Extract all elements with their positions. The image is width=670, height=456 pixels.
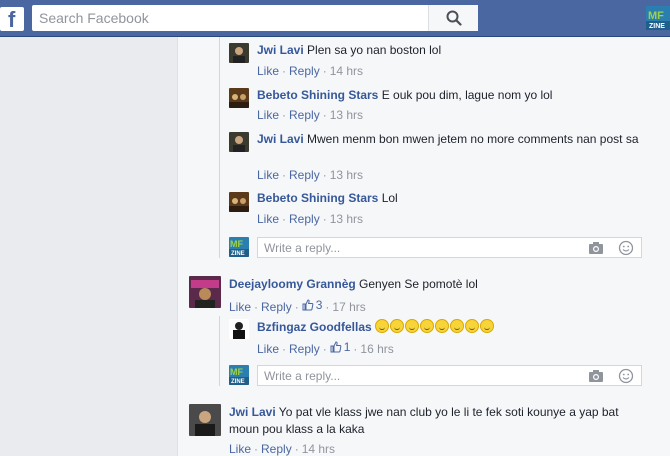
- comment-text: Bzfingaz Goodfellas: [257, 319, 495, 336]
- comment-author[interactable]: Bebeto Shining Stars: [257, 88, 378, 102]
- comment-actions: Like · Reply · 1 · 16 hrs: [257, 339, 394, 356]
- laughing-emoji-icon: [390, 319, 405, 333]
- comment-actions: Like · Reply · 13 hrs: [257, 108, 364, 122]
- reply-avatar: MF ZINE: [229, 365, 249, 385]
- like-link[interactable]: Like: [229, 300, 251, 314]
- comment-author[interactable]: Jwi Lavi: [257, 43, 304, 57]
- laughing-emoji-icon: [375, 319, 390, 333]
- mf-avatar-icon[interactable]: MF ZINE: [646, 6, 670, 30]
- emoji-icon[interactable]: [618, 240, 634, 256]
- laughing-emoji-icon: [405, 319, 420, 333]
- comment-body: Plen sa yo nan boston lol: [303, 43, 442, 57]
- reply-link[interactable]: Reply: [289, 108, 320, 122]
- thread-line: [219, 316, 220, 386]
- emoji-icon[interactable]: [618, 368, 634, 384]
- comment-author[interactable]: Bebeto Shining Stars: [257, 191, 378, 205]
- emoji-row: [375, 319, 495, 334]
- comment-actions: Like · Reply · 14 hrs: [229, 442, 336, 456]
- avatar[interactable]: [229, 43, 249, 63]
- comment-author[interactable]: Deejayloomy Grannèg: [229, 277, 356, 291]
- svg-text:ZINE: ZINE: [231, 379, 245, 385]
- timestamp[interactable]: 16 hrs: [360, 342, 393, 356]
- like-count[interactable]: 1: [330, 339, 351, 355]
- camera-icon[interactable]: [588, 368, 604, 384]
- reply-link[interactable]: Reply: [289, 212, 320, 226]
- svg-text:ZINE: ZINE: [231, 251, 245, 257]
- reply-box: [257, 365, 642, 386]
- reply-link[interactable]: Reply: [289, 64, 320, 78]
- comment-body: Mwen menm bon mwen jetem no more comment…: [303, 132, 639, 146]
- avatar[interactable]: [229, 88, 249, 108]
- reply-avatar: MF ZINE: [229, 237, 249, 257]
- avatar[interactable]: [229, 192, 249, 212]
- reply-input[interactable]: [258, 238, 558, 257]
- timestamp[interactable]: 13 hrs: [330, 108, 363, 122]
- left-gutter: [0, 37, 177, 456]
- search-bar: [32, 5, 478, 31]
- svg-text:MF: MF: [230, 367, 243, 377]
- laughing-emoji-icon: [480, 319, 495, 333]
- avatar[interactable]: [189, 404, 221, 436]
- comment-actions: Like · Reply · 14 hrs: [257, 64, 364, 78]
- comment-text: Bebeto Shining Stars Lol: [257, 190, 398, 207]
- like-link[interactable]: Like: [257, 212, 279, 226]
- comment-text: Bebeto Shining Stars E ouk pou dim, lagu…: [257, 87, 552, 104]
- timestamp[interactable]: 13 hrs: [330, 168, 363, 182]
- comment-author[interactable]: Jwi Lavi: [229, 405, 276, 419]
- like-link[interactable]: Like: [257, 168, 279, 182]
- like-link[interactable]: Like: [257, 342, 279, 356]
- svg-text:ZINE: ZINE: [649, 23, 665, 30]
- comment-body: Genyen Se pomotè lol: [355, 277, 478, 291]
- reply-link[interactable]: Reply: [261, 442, 292, 456]
- like-count-value: 3: [315, 298, 323, 312]
- logo-letter: f: [8, 7, 16, 32]
- comment-actions: Like · Reply · 13 hrs: [257, 212, 364, 226]
- like-link[interactable]: Like: [257, 108, 279, 122]
- comment-actions: Like · Reply · 3 · 17 hrs: [229, 297, 366, 314]
- like-link[interactable]: Like: [229, 442, 251, 456]
- reply-box: [257, 237, 642, 258]
- comment-author[interactable]: Bzfingaz Goodfellas: [257, 320, 372, 334]
- comment-text: Jwi Lavi Plen sa yo nan boston lol: [257, 42, 441, 59]
- laughing-emoji-icon: [435, 319, 450, 333]
- like-count-value: 1: [343, 340, 351, 354]
- laughing-emoji-icon: [450, 319, 465, 333]
- facebook-logo-icon[interactable]: f: [0, 7, 24, 32]
- reply-link[interactable]: Reply: [289, 342, 320, 356]
- like-count[interactable]: 3: [302, 297, 323, 313]
- search-icon: [446, 10, 462, 26]
- svg-text:MF: MF: [230, 239, 243, 249]
- camera-icon[interactable]: [588, 240, 604, 256]
- like-link[interactable]: Like: [257, 64, 279, 78]
- top-navigation-bar: f MFZINE: [0, 0, 670, 37]
- search-input[interactable]: [32, 5, 432, 31]
- comment-author[interactable]: Jwi Lavi: [257, 132, 304, 146]
- reply-input[interactable]: [258, 366, 558, 385]
- avatar[interactable]: [189, 276, 221, 308]
- avatar[interactable]: [229, 132, 249, 152]
- laughing-emoji-icon: [420, 319, 435, 333]
- timestamp[interactable]: 14 hrs: [302, 442, 335, 456]
- thumbs-up-icon: [302, 299, 314, 311]
- avatar[interactable]: [229, 319, 249, 339]
- comment-body: E ouk pou dim, lague nom yo lol: [378, 88, 553, 102]
- reply-link[interactable]: Reply: [261, 300, 292, 314]
- thumbs-up-icon: [330, 341, 342, 353]
- thread-line: [219, 37, 220, 258]
- comment-actions: Like · Reply · 13 hrs: [257, 168, 364, 182]
- comment-body: Yo pat vle klass jwe nan club yo le li t…: [229, 405, 619, 436]
- comment-body: Lol: [378, 191, 398, 205]
- reply-link[interactable]: Reply: [289, 168, 320, 182]
- timestamp[interactable]: 14 hrs: [330, 64, 363, 78]
- comment-text: Jwi Lavi Yo pat vle klass jwe nan club y…: [229, 404, 649, 438]
- laughing-emoji-icon: [465, 319, 480, 333]
- svg-text:MF: MF: [648, 10, 664, 22]
- timestamp[interactable]: 17 hrs: [332, 300, 365, 314]
- comment-text: Jwi Lavi Mwen menm bon mwen jetem no mor…: [257, 131, 647, 148]
- search-button[interactable]: [428, 5, 478, 31]
- timestamp[interactable]: 13 hrs: [330, 212, 363, 226]
- comment-text: Deejayloomy Grannèg Genyen Se pomotè lol: [229, 276, 478, 293]
